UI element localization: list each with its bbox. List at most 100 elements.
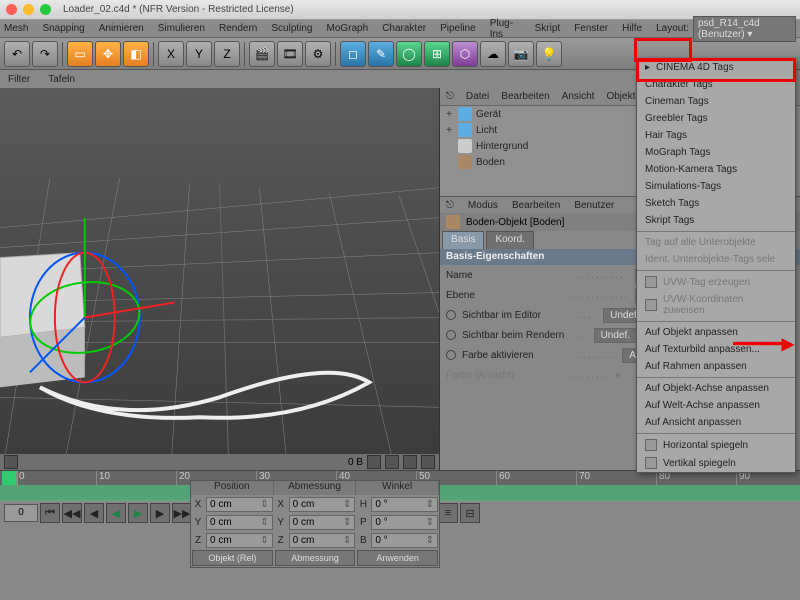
ctx-hair-tags[interactable]: Hair Tags — [637, 127, 795, 144]
coord-apply-button[interactable]: Anwenden — [357, 550, 438, 566]
hud-nav3-icon[interactable] — [403, 455, 417, 469]
environment-icon[interactable]: ☁ — [480, 41, 506, 67]
radio-icon[interactable] — [446, 350, 456, 360]
axis-y-icon[interactable]: Y — [186, 41, 212, 67]
hud-nav2-icon[interactable] — [385, 455, 399, 469]
ctx-fit-to-region[interactable]: Auf Rahmen anpassen — [637, 358, 795, 375]
cube-icon[interactable]: ◧ — [123, 41, 149, 67]
pos-z-input[interactable]: 0 cm⇕ — [206, 533, 273, 548]
ctx-mirror-v[interactable]: Vertikal spiegeln — [637, 454, 795, 472]
coord-size-combo[interactable]: Abmessung — [275, 550, 356, 566]
light-icon[interactable]: 💡 — [536, 41, 562, 67]
ctx-adapt-view[interactable]: Auf Ansicht anpassen — [637, 414, 795, 431]
prop-name-label: Name — [446, 270, 566, 281]
ctx-cinema4d-tags[interactable]: ▸CINEMA 4D Tags — [637, 59, 795, 76]
lock-icon[interactable]: ⎋ — [446, 200, 454, 211]
pos-x-input[interactable]: 0 cm⇕ — [206, 497, 273, 512]
ctx-script-tags[interactable]: Skript Tags — [637, 212, 795, 229]
ctx-greebler-tags[interactable]: Greebler Tags — [637, 110, 795, 127]
nurbs-icon[interactable]: ◯ — [396, 41, 422, 67]
play-icon[interactable]: ▶ — [128, 503, 148, 523]
menu-character[interactable]: Charakter — [382, 23, 426, 34]
prev-frame-icon[interactable]: ◀ — [84, 503, 104, 523]
goto-start-icon[interactable]: ⏮ — [40, 503, 60, 523]
subbar-panels[interactable]: Tafeln — [48, 74, 75, 85]
subbar-filter[interactable]: Filter — [8, 74, 30, 85]
next-frame-icon[interactable]: ▶ — [150, 503, 170, 523]
radio-icon[interactable] — [446, 330, 456, 340]
rot-b-input[interactable]: 0 °⇕ — [371, 533, 438, 548]
lock-icon[interactable]: ⎋ — [446, 91, 454, 102]
rot-p-input[interactable]: 0 °⇕ — [371, 515, 438, 530]
expand-icon[interactable]: + — [444, 109, 454, 120]
tab-coord[interactable]: Koord. — [486, 231, 533, 249]
move-icon[interactable]: ✥ — [95, 41, 121, 67]
select-icon[interactable]: ▭ — [67, 41, 93, 67]
menu-script[interactable]: Skript — [535, 23, 561, 34]
menu-help[interactable]: Hilfe — [622, 23, 642, 34]
close-icon[interactable] — [6, 4, 17, 15]
hud-nav1-icon[interactable] — [367, 455, 381, 469]
render-settings-icon[interactable]: ⚙ — [305, 41, 331, 67]
next-key-icon[interactable]: ▶▶ — [172, 503, 192, 523]
render-region-icon[interactable]: 🎞 — [277, 41, 303, 67]
undo-icon[interactable]: ↶ — [4, 41, 30, 67]
key-all-icon[interactable]: ≡ — [438, 503, 458, 523]
array-icon[interactable]: ⊞ — [424, 41, 450, 67]
play-back-icon[interactable]: ◀ — [106, 503, 126, 523]
zoom-icon[interactable] — [40, 4, 51, 15]
tab-basis[interactable]: Basis — [442, 231, 484, 249]
ctx-cineman-tags[interactable]: Cineman Tags — [637, 93, 795, 110]
3d-viewport[interactable]: 0 B — [0, 88, 440, 470]
primitive-cube-icon[interactable]: ◻ — [340, 41, 366, 67]
menu-plugins[interactable]: Plug-Ins — [490, 18, 521, 40]
pos-y-input[interactable]: 0 cm⇕ — [206, 515, 273, 530]
menu-simulate[interactable]: Simulieren — [158, 23, 205, 34]
size-y-input[interactable]: 0 cm⇕ — [289, 515, 356, 530]
deformer-icon[interactable]: ⬡ — [452, 41, 478, 67]
expand-icon[interactable]: + — [444, 125, 454, 136]
om-menu-edit[interactable]: Bearbeiten — [501, 91, 549, 102]
ctx-mograph-tags[interactable]: MoGraph Tags — [637, 144, 795, 161]
ctx-simulation-tags[interactable]: Simulations-Tags — [637, 178, 795, 195]
floor-icon — [458, 155, 472, 169]
axis-z-icon[interactable]: Z — [214, 41, 240, 67]
pen-icon[interactable]: ✎ — [368, 41, 394, 67]
menu-pipeline[interactable]: Pipeline — [440, 23, 476, 34]
frame-start-field[interactable]: 0 — [4, 504, 38, 522]
prev-key-icon[interactable]: ◀◀ — [62, 503, 82, 523]
camera-icon[interactable]: 📷 — [508, 41, 534, 67]
am-menu-edit[interactable]: Bearbeiten — [512, 200, 560, 211]
render-view-icon[interactable]: 🎬 — [249, 41, 275, 67]
ctx-motioncam-tags[interactable]: Motion-Kamera Tags — [637, 161, 795, 178]
om-menu-view[interactable]: Ansicht — [562, 91, 595, 102]
menu-snapping[interactable]: Snapping — [42, 23, 84, 34]
ctx-sketch-tags[interactable]: Sketch Tags — [637, 195, 795, 212]
menu-sculpting[interactable]: Sculpting — [271, 23, 312, 34]
am-menu-mode[interactable]: Modus — [468, 200, 498, 211]
ctx-mirror-h[interactable]: Horizontal spiegeln — [637, 436, 795, 454]
null-icon — [458, 107, 472, 121]
hud-nav4-icon[interactable] — [421, 455, 435, 469]
axis-x-icon[interactable]: X — [158, 41, 184, 67]
size-x-input[interactable]: 0 cm⇕ — [289, 497, 356, 512]
coord-mode-combo[interactable]: Objekt (Rel) — [192, 550, 273, 566]
am-menu-user[interactable]: Benutzer — [574, 200, 614, 211]
minimize-icon[interactable] — [23, 4, 34, 15]
menu-mograph[interactable]: MoGraph — [327, 23, 369, 34]
ctx-adapt-object-axis[interactable]: Auf Objekt-Achse anpassen — [637, 380, 795, 397]
redo-icon[interactable]: ↷ — [32, 41, 58, 67]
hud-icon[interactable] — [4, 455, 18, 469]
om-menu-file[interactable]: Datei — [466, 91, 489, 102]
rot-h-input[interactable]: 0 °⇕ — [371, 497, 438, 512]
layout-combo[interactable]: psd_R14_c4d (Benutzer) ▾ — [693, 16, 796, 42]
radio-icon[interactable] — [446, 310, 456, 320]
menu-animate[interactable]: Animieren — [99, 23, 144, 34]
ctx-character-tags[interactable]: Charakter Tags — [637, 76, 795, 93]
key-opts-icon[interactable]: ⊟ — [460, 503, 480, 523]
ctx-adapt-world-axis[interactable]: Auf Welt-Achse anpassen — [637, 397, 795, 414]
menu-window[interactable]: Fenster — [574, 23, 608, 34]
menu-mesh[interactable]: Mesh — [4, 23, 28, 34]
size-z-input[interactable]: 0 cm⇕ — [289, 533, 356, 548]
menu-render[interactable]: Rendern — [219, 23, 257, 34]
